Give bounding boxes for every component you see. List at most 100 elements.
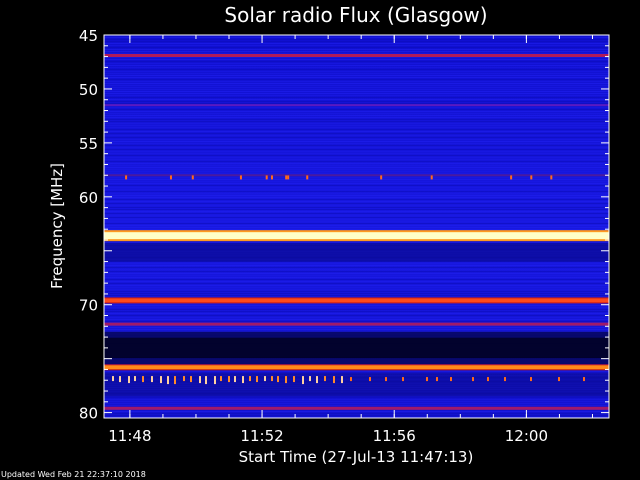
texture-line xyxy=(104,311,609,312)
spike xyxy=(385,377,387,382)
spike xyxy=(160,376,162,384)
spike xyxy=(333,376,335,384)
texture-line xyxy=(104,59,609,60)
texture-line xyxy=(104,191,609,192)
texture-line xyxy=(104,399,609,400)
texture-line xyxy=(104,167,609,168)
band xyxy=(104,104,609,107)
y-tick-label: 80 xyxy=(79,405,98,423)
band xyxy=(104,365,609,370)
spike xyxy=(430,175,433,180)
spike xyxy=(239,175,242,180)
texture-line xyxy=(104,127,609,128)
texture-line xyxy=(104,219,609,220)
texture-line xyxy=(104,307,609,308)
band xyxy=(104,174,609,177)
texture-line xyxy=(104,179,609,180)
texture-line xyxy=(104,199,609,200)
spike xyxy=(530,377,532,382)
dark-region xyxy=(104,372,609,397)
texture-line xyxy=(104,273,609,274)
texture-line xyxy=(104,65,609,66)
texture-line xyxy=(104,133,609,134)
spike xyxy=(119,376,121,383)
texture-line xyxy=(104,201,609,202)
spike xyxy=(183,376,185,382)
spike xyxy=(306,175,309,180)
texture-line xyxy=(104,413,609,414)
y-tick-label: 45 xyxy=(79,27,98,45)
texture-line xyxy=(104,183,609,184)
spike xyxy=(151,376,153,383)
texture-line xyxy=(104,137,609,138)
texture-line xyxy=(104,403,609,404)
texture-line xyxy=(104,217,609,218)
texture-line xyxy=(104,221,609,222)
texture-line xyxy=(104,119,609,120)
texture-line xyxy=(104,87,609,88)
spike xyxy=(234,376,236,383)
spike xyxy=(472,377,474,382)
texture-line xyxy=(104,159,609,160)
spike xyxy=(309,376,311,382)
texture-line xyxy=(104,107,609,108)
spike xyxy=(510,175,513,180)
texture-line xyxy=(104,283,609,284)
texture-line xyxy=(104,405,609,406)
texture-line xyxy=(104,267,609,268)
texture-line xyxy=(104,181,609,182)
spike xyxy=(285,376,287,384)
x-tick-label: 11:48 xyxy=(108,427,151,445)
spike xyxy=(324,376,326,382)
spike xyxy=(242,376,244,384)
texture-line xyxy=(104,157,609,158)
texture-line xyxy=(104,371,609,372)
spike xyxy=(125,175,128,180)
spike xyxy=(293,376,295,383)
texture-line xyxy=(104,121,609,122)
spike xyxy=(341,376,343,384)
texture-line xyxy=(104,227,609,228)
texture-line xyxy=(104,295,609,296)
texture-line xyxy=(104,207,609,208)
texture-line xyxy=(104,317,609,318)
texture-line xyxy=(104,71,609,72)
spike xyxy=(369,377,371,382)
texture-line xyxy=(104,83,609,84)
dark-region-core xyxy=(104,337,609,359)
texture-line xyxy=(104,113,609,114)
spike xyxy=(487,377,489,382)
texture-line xyxy=(104,115,609,116)
texture-line xyxy=(104,415,609,416)
spike xyxy=(350,377,352,382)
texture-line xyxy=(104,99,609,100)
spike xyxy=(504,377,506,382)
texture-line xyxy=(104,67,609,68)
x-axis-title: Start Time (27-Jul-13 11:47:13) xyxy=(239,448,474,466)
texture-line xyxy=(104,329,609,330)
spike xyxy=(583,377,585,382)
spike xyxy=(402,377,404,382)
texture-line xyxy=(104,309,609,310)
texture-line xyxy=(104,213,609,214)
texture-line xyxy=(104,95,609,96)
spike xyxy=(265,175,268,180)
spectrogram-figure: Solar radio Flux (Glasgow) 455055607080 … xyxy=(1,3,610,479)
texture-line xyxy=(104,263,609,264)
texture-line xyxy=(104,305,609,306)
band xyxy=(104,232,609,240)
texture-line xyxy=(104,135,609,136)
texture-line xyxy=(104,101,609,102)
texture-line xyxy=(104,291,609,292)
band xyxy=(104,53,609,57)
spike xyxy=(270,175,273,180)
texture-line xyxy=(104,145,609,146)
texture-line xyxy=(104,165,609,166)
y-axis-title: Frequency [MHz] xyxy=(48,163,66,289)
texture-line xyxy=(104,209,609,210)
texture-line xyxy=(104,143,609,144)
texture-line xyxy=(104,39,609,40)
texture-line xyxy=(104,223,609,224)
spike xyxy=(112,376,114,382)
texture-line xyxy=(104,321,609,322)
